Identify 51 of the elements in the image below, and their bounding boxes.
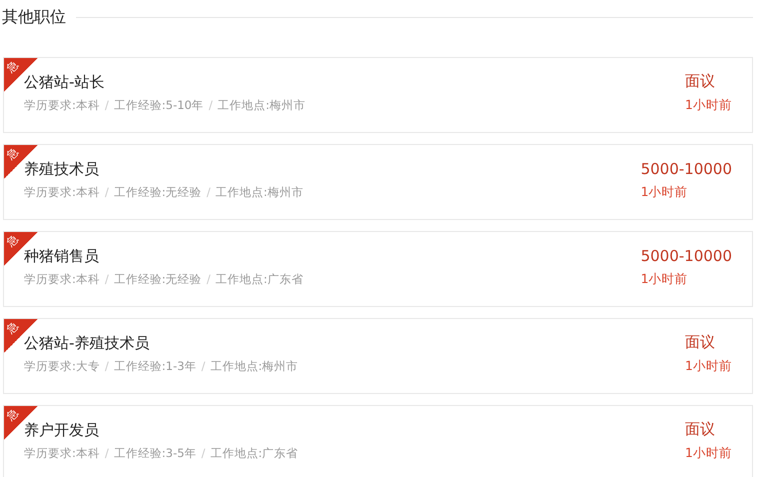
- job-card[interactable]: 急 公猪站-站长 学历要求:本科 / 工作经验:5-10年 / 工作地点:梅州市 面议 1小时前: [3, 57, 753, 133]
- posted-time: 1小时前: [640, 184, 689, 200]
- posted-time: 1小时前: [685, 358, 732, 375]
- separator: /: [206, 185, 210, 200]
- separator: /: [208, 98, 213, 113]
- job-requirement: 学历要求:大专: [24, 359, 100, 374]
- badge-text: 急: [4, 58, 20, 74]
- salary: 5000-10000: [640, 160, 732, 178]
- job-requirement: 学历要求:本科: [24, 272, 100, 287]
- job-requirement: 工作地点:梅州市: [218, 98, 306, 113]
- job-requirement: 工作地点:梅州市: [210, 359, 298, 374]
- badge-text: 急: [4, 320, 20, 336]
- job-title[interactable]: 养殖技术员: [24, 160, 304, 179]
- job-requirement: 工作地点:广东省: [216, 272, 304, 287]
- badge-text: 急: [4, 232, 20, 248]
- job-title[interactable]: 种猪销售员: [24, 247, 304, 266]
- separator: /: [201, 359, 206, 374]
- job-requirement: 学历要求:本科: [24, 446, 100, 461]
- salary: 面议: [685, 333, 716, 352]
- job-requirement: 学历要求:本科: [24, 98, 100, 113]
- badge-text: 急: [4, 406, 20, 422]
- posted-time: 1小时前: [685, 445, 732, 462]
- separator: /: [104, 185, 109, 200]
- job-title[interactable]: 公猪站-养殖技术员: [24, 334, 298, 353]
- job-card[interactable]: 急 养殖技术员 学历要求:本科 / 工作经验:无经验 / 工作地点:梅州市 5000-10000 1小时前: [3, 144, 753, 220]
- posted-time: 1小时前: [640, 270, 689, 288]
- section-title: 其他职位: [2, 6, 66, 28]
- job-card[interactable]: 急 公猪站-养殖技术员 学历要求:大专 / 工作经验:1-3年 / 工作地点:梅州市 面议 1小时前: [3, 318, 753, 394]
- badge-text: 急: [4, 146, 20, 162]
- salary: 面议: [685, 420, 716, 439]
- separator: /: [104, 272, 109, 287]
- separator: /: [104, 98, 109, 113]
- job-requirement: 工作经验:无经验: [114, 185, 202, 200]
- job-card[interactable]: 急 种猪销售员 学历要求:本科 / 工作经验:无经验 / 工作地点:广东省 5000-10000 1小时前: [3, 231, 753, 307]
- posted-time: 1小时前: [685, 97, 732, 114]
- job-card[interactable]: 急 养户开发员 学历要求:本科 / 工作经验:3-5年 / 工作地点:广东省 面议 1小时前: [3, 405, 753, 477]
- job-requirement: 学历要求:本科: [24, 185, 100, 200]
- separator: /: [104, 446, 109, 461]
- job-requirement: 工作地点:梅州市: [216, 185, 304, 200]
- job-requirement: 工作经验:无经验: [114, 272, 202, 287]
- job-requirement: 工作经验:5-10年: [114, 98, 204, 113]
- salary: 5000-10000: [640, 246, 732, 264]
- separator: /: [104, 359, 109, 374]
- job-title[interactable]: 公猪站-站长: [24, 73, 306, 92]
- salary: 面议: [685, 72, 716, 91]
- job-requirement: 工作经验:1-3年: [114, 359, 196, 374]
- separator: /: [206, 272, 210, 287]
- separator: /: [201, 446, 206, 461]
- job-requirement: 工作经验:3-5年: [114, 446, 196, 461]
- job-title[interactable]: 养户开发员: [24, 421, 298, 440]
- job-requirement: 工作地点:广东省: [210, 446, 298, 461]
